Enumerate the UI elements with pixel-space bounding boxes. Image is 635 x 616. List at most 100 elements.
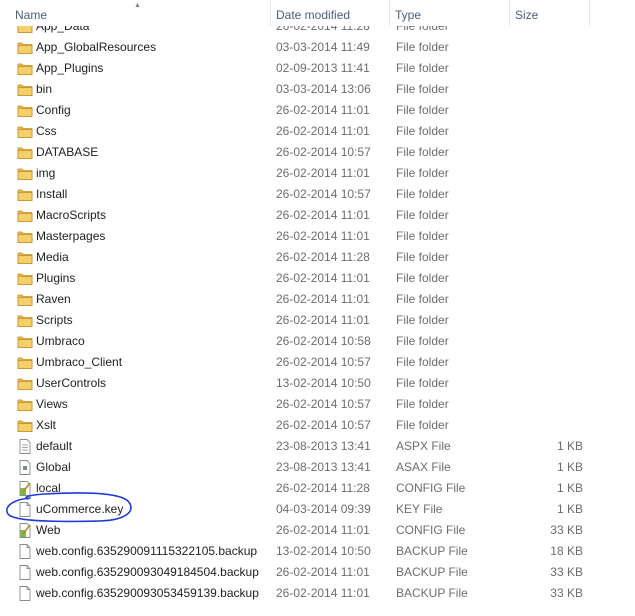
file-type: BACKUP File bbox=[396, 586, 468, 600]
file-date-modified: 26-02-2014 11:01 bbox=[276, 208, 370, 222]
file-type: File folder bbox=[396, 82, 449, 96]
file-row[interactable]: img 26-02-2014 11:01 File folder bbox=[0, 163, 635, 184]
file-date-modified: 26-02-2014 11:01 bbox=[276, 313, 370, 327]
folder-icon bbox=[17, 145, 33, 160]
file-row[interactable]: Raven 26-02-2014 11:01 File folder bbox=[0, 289, 635, 310]
folder-icon bbox=[17, 124, 33, 139]
config-file-icon bbox=[17, 481, 33, 496]
column-header-date-modified[interactable]: Date modified bbox=[271, 0, 389, 26]
file-row[interactable]: web.config.635290091115322105.backup 13-0… bbox=[0, 541, 635, 562]
file-name: Umbraco_Client bbox=[36, 355, 123, 369]
column-divider[interactable] bbox=[589, 0, 590, 26]
file-row[interactable]: default 23-08-2013 13:41 ASPX File 1 KB bbox=[0, 436, 635, 457]
file-type: CONFIG File bbox=[396, 481, 466, 495]
file-row[interactable]: Scripts 26-02-2014 11:01 File folder bbox=[0, 310, 635, 331]
file-type: File folder bbox=[396, 292, 449, 306]
file-name: Masterpages bbox=[36, 229, 106, 243]
file-row[interactable]: local 26-02-2014 11:28 CONFIG File 1 KB bbox=[0, 478, 635, 499]
file-name: UserControls bbox=[36, 376, 107, 390]
column-header-name[interactable]: Name bbox=[10, 0, 272, 26]
file-date-modified: 23-08-2013 13:41 bbox=[276, 460, 371, 474]
file-name: Plugins bbox=[36, 271, 76, 285]
file-type: BACKUP File bbox=[396, 544, 468, 558]
file-type: File folder bbox=[396, 313, 449, 327]
file-type: File folder bbox=[396, 418, 449, 432]
file-row[interactable]: Masterpages 26-02-2014 11:01 File folder bbox=[0, 226, 635, 247]
file-type: File folder bbox=[396, 145, 449, 159]
file-type: File folder bbox=[396, 355, 449, 369]
file-date-modified: 26-02-2014 11:01 bbox=[276, 565, 370, 579]
file-row[interactable]: Css 26-02-2014 11:01 File folder bbox=[0, 121, 635, 142]
file-date-modified: 26-02-2014 11:01 bbox=[276, 166, 370, 180]
file-row[interactable]: Media 26-02-2014 11:28 File folder bbox=[0, 247, 635, 268]
file-row[interactable]: uCommerce.key 04-03-2014 09:39 KEY File 1 K… bbox=[0, 499, 635, 520]
file-row[interactable]: web.config.635290093049184504.backup 26-0… bbox=[0, 562, 635, 583]
file-row[interactable]: UserControls 13-02-2014 10:50 File folder bbox=[0, 373, 635, 394]
file-type: ASAX File bbox=[396, 460, 451, 474]
file-date-modified: 26-02-2014 10:57 bbox=[276, 418, 371, 432]
file-size: 33 KB bbox=[550, 586, 583, 600]
file-row[interactable]: Plugins 26-02-2014 11:01 File folder bbox=[0, 268, 635, 289]
file-name: web.config.635290093053459139.backup bbox=[36, 586, 259, 600]
file-name: Global bbox=[36, 460, 71, 474]
file-row[interactable]: Umbraco 26-02-2014 10:58 File folder bbox=[0, 331, 635, 352]
file-size: 1 KB bbox=[556, 502, 583, 516]
file-date-modified: 03-03-2014 13:06 bbox=[276, 82, 371, 96]
file-name: Media bbox=[36, 250, 69, 264]
file-name: Web bbox=[36, 523, 61, 537]
file-name: App_GlobalResources bbox=[36, 40, 157, 54]
file-row[interactable]: Config 26-02-2014 11:01 File folder bbox=[0, 100, 635, 121]
file-date-modified: 13-02-2014 10:50 bbox=[276, 544, 371, 558]
folder-icon bbox=[17, 250, 33, 265]
folder-icon bbox=[17, 40, 33, 55]
file-date-modified: 26-02-2014 11:01 bbox=[276, 124, 370, 138]
file-name: Xslt bbox=[36, 418, 57, 432]
folder-icon bbox=[17, 271, 33, 286]
file-row[interactable]: web.config.635290093053459139.backup 26-0… bbox=[0, 583, 635, 604]
file-name: DATABASE bbox=[36, 145, 99, 159]
file-name: App_Plugins bbox=[36, 61, 104, 75]
file-type: File folder bbox=[396, 229, 449, 243]
file-row[interactable]: Umbraco_Client 26-02-2014 10:57 File folde… bbox=[0, 352, 635, 373]
file-name: Install bbox=[36, 187, 68, 201]
file-date-modified: 02-09-2013 11:41 bbox=[276, 61, 370, 75]
folder-icon bbox=[17, 376, 33, 391]
file-type: File folder bbox=[396, 61, 449, 75]
file-type: File folder bbox=[396, 397, 449, 411]
folder-icon bbox=[17, 334, 33, 349]
file-row[interactable]: Web 26-02-2014 11:01 CONFIG File 33 KB bbox=[0, 520, 635, 541]
file-row[interactable]: DATABASE 26-02-2014 10:57 File folder bbox=[0, 142, 635, 163]
file-date-modified: 26-02-2014 11:01 bbox=[276, 292, 370, 306]
file-name: Umbraco bbox=[36, 334, 85, 348]
file-row[interactable]: Views 26-02-2014 10:57 File folder bbox=[0, 394, 635, 415]
file-date-modified: 26-02-2014 11:28 bbox=[276, 481, 370, 495]
sort-ascending-icon: ▲ bbox=[134, 2, 141, 9]
file-name: Scripts bbox=[36, 313, 73, 327]
file-type: File folder bbox=[396, 250, 449, 264]
config-file-icon bbox=[17, 523, 33, 538]
file-row[interactable]: App_Plugins 02-09-2013 11:41 File folder bbox=[0, 58, 635, 79]
column-header-type[interactable]: Type bbox=[390, 0, 510, 26]
file-row[interactable]: App_GlobalResources 03-03-2014 11:49 File … bbox=[0, 37, 635, 58]
file-row[interactable]: Global 23-08-2013 13:41 ASAX File 1 KB bbox=[0, 457, 635, 478]
folder-icon bbox=[17, 397, 33, 412]
file-name: Config bbox=[36, 103, 71, 117]
file-type: File folder bbox=[396, 166, 449, 180]
blank-file-icon bbox=[17, 565, 33, 580]
file-date-modified: 26-02-2014 11:28 bbox=[276, 250, 370, 264]
file-type: ASPX File bbox=[396, 439, 451, 453]
file-row[interactable]: MacroScripts 26-02-2014 11:01 File folder bbox=[0, 205, 635, 226]
file-row[interactable]: Install 26-02-2014 10:57 File folder bbox=[0, 184, 635, 205]
file-date-modified: 26-02-2014 11:01 bbox=[276, 586, 370, 600]
file-row[interactable]: Xslt 26-02-2014 10:57 File folder bbox=[0, 415, 635, 436]
file-date-modified: 26-02-2014 11:01 bbox=[276, 103, 370, 117]
asax-file-icon bbox=[17, 460, 33, 475]
file-size: 1 KB bbox=[556, 481, 583, 495]
column-header-size[interactable]: Size bbox=[510, 0, 590, 26]
file-type: File folder bbox=[396, 271, 449, 285]
folder-icon bbox=[17, 103, 33, 118]
file-row[interactable]: bin 03-03-2014 13:06 File folder bbox=[0, 79, 635, 100]
file-name: Css bbox=[36, 124, 57, 138]
file-name: uCommerce.key bbox=[36, 502, 124, 516]
file-date-modified: 26-02-2014 11:01 bbox=[276, 523, 370, 537]
